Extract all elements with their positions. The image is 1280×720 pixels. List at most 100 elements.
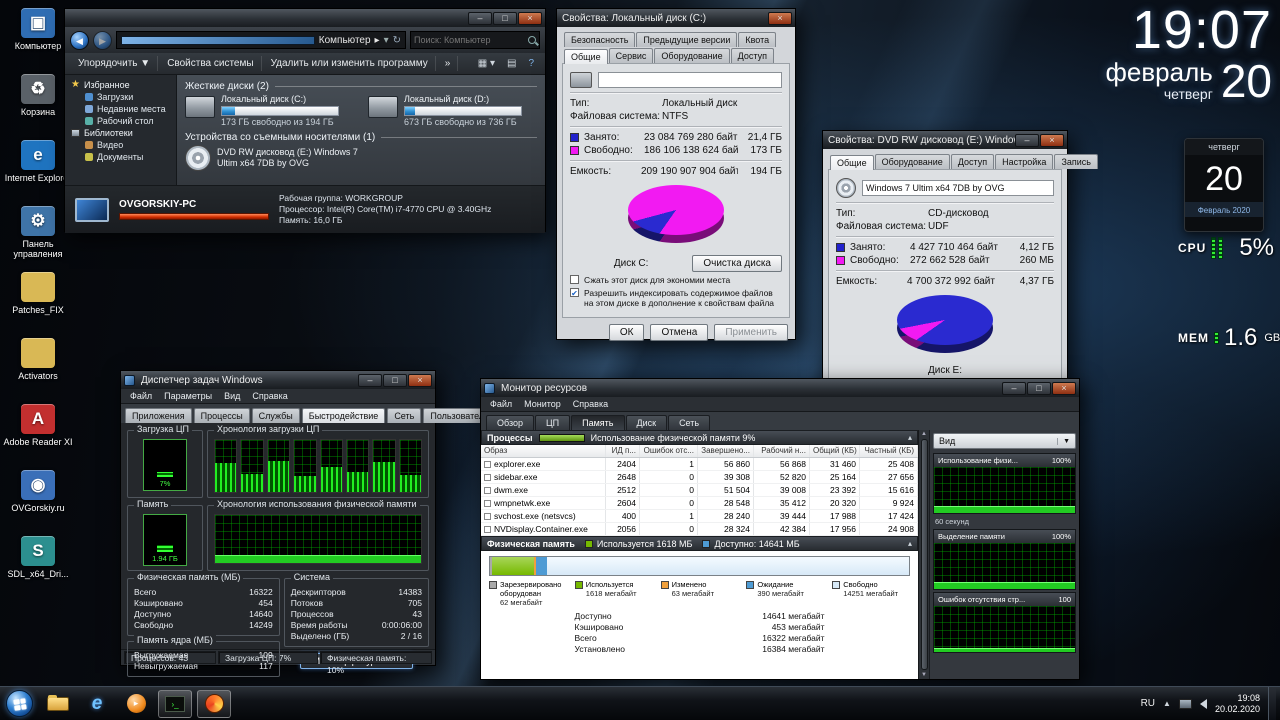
tab-security[interactable]: Безопасность: [564, 32, 635, 47]
tab-disk[interactable]: Диск: [626, 415, 668, 430]
clock-gadget[interactable]: 19:07 февраль четверг 20: [1022, 2, 1272, 104]
preview-pane-icon[interactable]: ▤: [502, 57, 521, 70]
calendar-gadget[interactable]: четверг 20 Февраль 2020: [1184, 138, 1264, 232]
group-header-hdd[interactable]: Жесткие диски (2): [185, 81, 537, 92]
process-row[interactable]: dwm.exe 2512 0 51 504 39 008 23 392 15 6…: [481, 484, 918, 497]
menu-item[interactable]: Параметры: [159, 391, 217, 401]
group-header-removable[interactable]: Устройства со съемными носителями (1): [185, 132, 537, 143]
tab-recording[interactable]: Запись: [1054, 154, 1098, 169]
disk-cleanup-button[interactable]: Очистка диска: [692, 255, 782, 272]
process-table-header[interactable]: Образ ИД п... Ошибок отс... Завершено...…: [481, 445, 918, 458]
tab-cpu[interactable]: ЦП: [535, 415, 570, 430]
ok-button[interactable]: ОК: [609, 324, 645, 341]
close-button[interactable]: ×: [1040, 134, 1064, 147]
tab-customize[interactable]: Настройка: [995, 154, 1053, 169]
drive-item[interactable]: Локальный диск (C:) 173 ГБ свободно из 1…: [185, 94, 354, 128]
view-dropdown[interactable]: Вид▼: [933, 433, 1076, 449]
sidebar-library-item[interactable]: Документы: [65, 151, 176, 163]
menu-item[interactable]: Вид: [219, 391, 245, 401]
forward-button[interactable]: ▶: [93, 31, 112, 50]
physical-memory-section-header[interactable]: Физическая память Используется 1618 МБ Д…: [481, 536, 918, 551]
menu-item[interactable]: Монитор: [519, 399, 566, 409]
libraries-header[interactable]: Библиотеки: [65, 127, 176, 139]
volume-label-field[interactable]: [862, 180, 1054, 196]
index-checkbox[interactable]: ✔: [570, 288, 579, 297]
organize-button[interactable]: Упорядочить ▼: [71, 56, 158, 71]
maximize-button[interactable]: □: [383, 374, 407, 387]
tab-general[interactable]: Общие: [564, 49, 608, 64]
desktop-icon[interactable]: ◉ OVGorskiy.ru: [2, 466, 74, 532]
tab-hardware[interactable]: Оборудование: [654, 48, 729, 63]
resource-monitor-titlebar[interactable]: Монитор ресурсов – □ ×: [481, 379, 1079, 397]
process-checkbox[interactable]: [484, 461, 491, 468]
tab-previous-versions[interactable]: Предыдущие версии: [636, 32, 737, 47]
taskbar-browser-icon[interactable]: [197, 690, 231, 718]
search-input[interactable]: [414, 35, 528, 45]
start-button[interactable]: [6, 690, 33, 717]
taskbar-explorer-icon[interactable]: [41, 690, 75, 718]
back-button[interactable]: ◀: [70, 31, 89, 50]
taskbar-ie-icon[interactable]: e: [80, 690, 114, 718]
show-desktop-button[interactable]: [1268, 687, 1276, 720]
desktop-icon[interactable]: S SDL_x64_Dri...: [2, 532, 74, 598]
address-bar[interactable]: Компьютер ▸ ▾ ↻: [116, 31, 406, 49]
drive-item[interactable]: Локальный диск (D:) 673 ГБ свободно из 7…: [368, 94, 537, 128]
menu-item[interactable]: Справка: [568, 399, 613, 409]
menu-item[interactable]: Файл: [485, 399, 517, 409]
scroll-down-icon[interactable]: ▼: [921, 672, 927, 678]
tab-hardware[interactable]: Оборудование: [875, 154, 950, 169]
tab-general[interactable]: Общие: [830, 155, 874, 170]
sidebar-favorite-item[interactable]: Недавние места: [65, 103, 176, 115]
compress-checkbox[interactable]: [570, 275, 579, 284]
tab-performance[interactable]: Быстродействие: [302, 408, 386, 423]
collapse-icon[interactable]: ▴: [908, 539, 912, 548]
volume-icon[interactable]: [1200, 699, 1207, 709]
tab-sharing[interactable]: Доступ: [731, 48, 774, 63]
menu-item[interactable]: Файл: [125, 391, 157, 401]
dvd-drive-item[interactable]: DVD RW дисковод (E:) Windows 7 Ultim x64…: [185, 145, 537, 171]
processes-section-header[interactable]: Процессы Использование физической памяти…: [481, 430, 918, 445]
scrollbar-thumb[interactable]: [921, 439, 928, 670]
close-button[interactable]: ×: [408, 374, 432, 387]
volume-label-field[interactable]: [598, 72, 782, 88]
address-dropdown-icon[interactable]: ▾: [384, 35, 389, 46]
vertical-scrollbar[interactable]: ▲ ▼: [918, 430, 929, 679]
help-icon[interactable]: ?: [523, 57, 539, 70]
taskbar-media-player-icon[interactable]: ▸: [119, 690, 153, 718]
tray-clock[interactable]: 19:08 20.02.2020: [1215, 693, 1260, 715]
process-checkbox[interactable]: [484, 500, 491, 507]
properties-e-titlebar[interactable]: Свойства: DVD RW дисковод (E:) Windows 7…: [823, 131, 1067, 149]
apply-button[interactable]: Применить: [714, 324, 788, 341]
system-properties-button[interactable]: Свойства системы: [160, 56, 261, 71]
toolbar-more-button[interactable]: »: [438, 56, 459, 71]
uninstall-program-button[interactable]: Удалить или изменить программу: [264, 56, 436, 71]
close-button[interactable]: ×: [768, 12, 792, 25]
sidebar-library-item[interactable]: Видео: [65, 139, 176, 151]
language-indicator[interactable]: RU: [1141, 698, 1155, 709]
favorites-header[interactable]: ★ Избранное: [65, 78, 176, 91]
network-icon[interactable]: [1179, 699, 1192, 709]
minimize-button[interactable]: –: [468, 12, 492, 25]
maximize-button[interactable]: □: [493, 12, 517, 25]
sidebar-favorite-item[interactable]: Рабочий стол: [65, 115, 176, 127]
scroll-up-icon[interactable]: ▲: [921, 431, 927, 437]
desktop-icon[interactable]: Activators: [2, 334, 74, 400]
menu-item[interactable]: Справка: [247, 391, 292, 401]
compress-checkbox-row[interactable]: Сжать этот диск для экономии места: [570, 275, 782, 285]
refresh-icon[interactable]: ↻: [393, 35, 401, 46]
taskbar-console-icon[interactable]: ›_: [158, 690, 192, 718]
process-row[interactable]: explorer.exe 2404 1 56 860 56 868 31 460…: [481, 458, 918, 471]
tab-memory[interactable]: Память: [571, 415, 624, 430]
process-row[interactable]: wmpnetwk.exe 2604 0 28 548 35 412 20 320…: [481, 497, 918, 510]
minimize-button[interactable]: –: [1015, 134, 1039, 147]
tab-processes[interactable]: Процессы: [194, 408, 250, 423]
close-button[interactable]: ×: [518, 12, 542, 25]
process-row[interactable]: svchost.exe (netsvcs) 400 1 28 240 39 44…: [481, 510, 918, 523]
properties-c-titlebar[interactable]: Свойства: Локальный диск (C:) ×: [557, 9, 795, 27]
desktop-icon[interactable]: A Adobe Reader XI: [2, 400, 74, 466]
close-button[interactable]: ×: [1052, 382, 1076, 395]
index-checkbox-row[interactable]: ✔ Разрешить индексировать содержимое фай…: [570, 288, 782, 308]
cancel-button[interactable]: Отмена: [650, 324, 708, 341]
search-box[interactable]: [410, 31, 540, 49]
process-row[interactable]: NVDisplay.Container.exe 2056 0 28 324 42…: [481, 523, 918, 536]
